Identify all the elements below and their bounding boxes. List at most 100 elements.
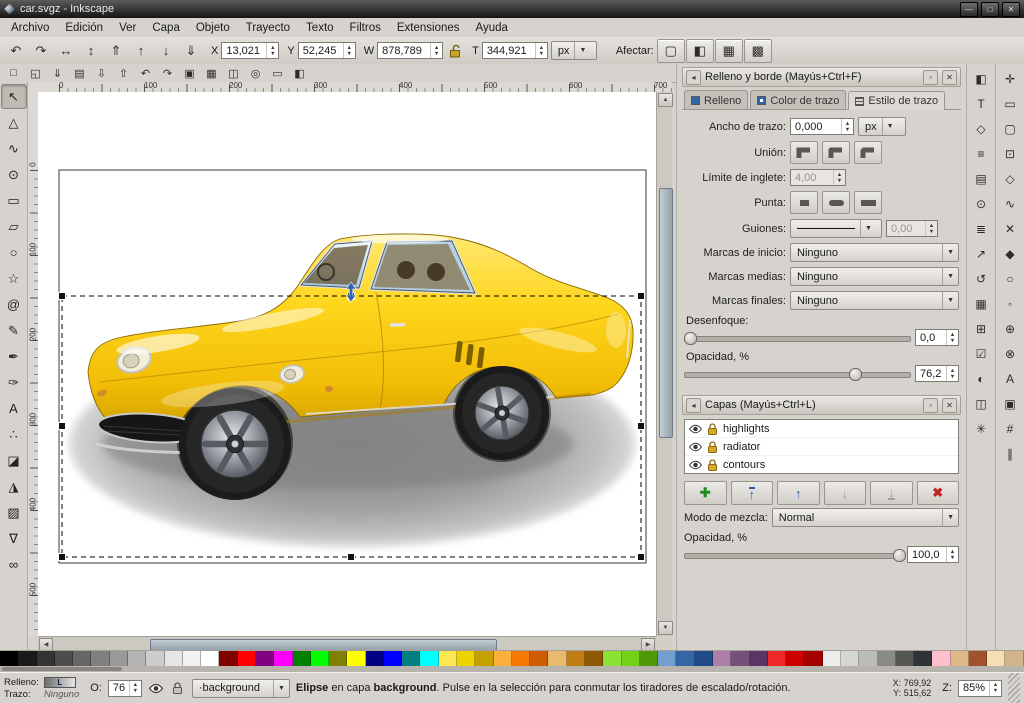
- layers-dialog-header[interactable]: ◂ Capas (Mayús+Ctrl+L) ▫ ✕: [682, 395, 961, 415]
- palette-swatch-34[interactable]: [622, 651, 640, 666]
- tool-rectangle[interactable]: ▭: [1, 188, 27, 213]
- palette-swatch-5[interactable]: [91, 651, 109, 666]
- palette-swatch-36[interactable]: [658, 651, 676, 666]
- blur-slider-thumb[interactable]: [684, 332, 697, 345]
- menu-ver[interactable]: Ver: [111, 18, 144, 37]
- layer-row[interactable]: radiator: [685, 438, 958, 456]
- fill-stroke-dialog-header[interactable]: ◂ Relleno y borde (Mayús+Ctrl+F) ▫ ✕: [682, 67, 961, 87]
- snap-page-border-toggle[interactable]: ▣: [998, 392, 1023, 415]
- markers-mid-select[interactable]: Ninguno▼: [790, 267, 959, 286]
- palette-swatch-35[interactable]: [640, 651, 658, 666]
- vertical-scroll-thumb[interactable]: [659, 188, 673, 438]
- snap-nodes-toggle[interactable]: ◇: [998, 167, 1023, 190]
- palette-swatch-12[interactable]: [219, 651, 237, 666]
- object-properties-icon[interactable]: ☑: [969, 342, 994, 365]
- export-button[interactable]: ⇧: [113, 65, 134, 81]
- duplicate-button[interactable]: ◫: [223, 65, 244, 81]
- stroke-width-input[interactable]: 0,000▲▼: [790, 118, 854, 135]
- palette-swatch-25[interactable]: [457, 651, 475, 666]
- lower-to-bottom-button[interactable]: ⇓: [179, 40, 203, 62]
- tool-gradient[interactable]: ▨: [1, 500, 27, 525]
- eye-icon[interactable]: [689, 424, 702, 434]
- snap-bbox-toggle[interactable]: ▭: [998, 92, 1023, 115]
- palette-swatch-38[interactable]: [695, 651, 713, 666]
- scale-corners-toggle[interactable]: ◧: [686, 39, 714, 63]
- x-input[interactable]: 13,021▲▼: [221, 42, 279, 59]
- dialog-collapse-button[interactable]: ◂: [686, 70, 701, 85]
- raise-layer-to-top-button[interactable]: ↑: [731, 481, 774, 505]
- lock-icon[interactable]: [707, 459, 718, 471]
- palette-swatch-33[interactable]: [603, 651, 621, 666]
- raise-button[interactable]: ↑: [129, 40, 153, 62]
- tool-spiral[interactable]: @: [1, 292, 27, 317]
- align-dialog-icon[interactable]: ≡: [969, 142, 994, 165]
- snap-enable-toggle[interactable]: ✛: [998, 67, 1023, 90]
- palette-swatch-8[interactable]: [146, 651, 164, 666]
- current-layer-select[interactable]: ·background▼: [192, 679, 290, 698]
- join-round-button[interactable]: [822, 141, 850, 164]
- palette-swatch-52[interactable]: [951, 651, 969, 666]
- snap-paths-toggle[interactable]: ∿: [998, 192, 1023, 215]
- tab-stroke-style[interactable]: Estilo de trazo: [848, 91, 945, 110]
- palette-swatch-26[interactable]: [475, 651, 493, 666]
- layer-row[interactable]: contours: [685, 456, 958, 474]
- palette-swatch-2[interactable]: [37, 651, 55, 666]
- dialog-close-button[interactable]: ✕: [942, 70, 957, 85]
- layers-list[interactable]: highlights radiator contours: [684, 419, 959, 474]
- palette-swatch-4[interactable]: [73, 651, 91, 666]
- palette-swatch-44[interactable]: [804, 651, 822, 666]
- menu-trayecto[interactable]: Trayecto: [238, 18, 298, 37]
- object-opacity-input[interactable]: 76▲▼: [108, 680, 142, 697]
- lower-layer-to-bottom-button[interactable]: ↓: [870, 481, 913, 505]
- palette-scroll-thumb[interactable]: [2, 667, 122, 671]
- layer-visibility-toggle[interactable]: [148, 680, 164, 696]
- palette-swatch-17[interactable]: [311, 651, 329, 666]
- palette-swatch-41[interactable]: [750, 651, 768, 666]
- palette-swatch-22[interactable]: [402, 651, 420, 666]
- menu-archivo[interactable]: Archivo: [3, 18, 57, 37]
- raise-to-top-button[interactable]: ⇑: [104, 40, 128, 62]
- tool-eraser[interactable]: ◪: [1, 448, 27, 473]
- snap-object-centers-toggle[interactable]: ⊕: [998, 317, 1023, 340]
- scale-stroke-toggle[interactable]: ▢: [657, 39, 685, 63]
- tool-text[interactable]: A: [1, 396, 27, 421]
- miter-limit-input[interactable]: 4,00▲▼: [790, 169, 846, 186]
- palette-swatch-1[interactable]: [18, 651, 36, 666]
- xml-editor-icon[interactable]: ◇: [969, 117, 994, 140]
- menu-filtros[interactable]: Filtros: [342, 18, 389, 37]
- blur-slider[interactable]: [684, 330, 911, 345]
- tool-zoom[interactable]: ⊙: [1, 162, 27, 187]
- snap-smooth-nodes-toggle[interactable]: ○: [998, 267, 1023, 290]
- tool-dropper[interactable]: ∇: [1, 526, 27, 551]
- copy-button[interactable]: ▣: [179, 65, 200, 81]
- menu-objeto[interactable]: Objeto: [188, 18, 238, 37]
- flip-vertical-button[interactable]: ↕: [79, 40, 103, 62]
- snap-rotation-centers-toggle[interactable]: ⊗: [998, 342, 1023, 365]
- lower-button[interactable]: ↓: [154, 40, 178, 62]
- markers-start-select[interactable]: Ninguno▼: [790, 243, 959, 262]
- layer-lock-toggle[interactable]: [170, 680, 186, 696]
- cap-square-button[interactable]: [854, 191, 882, 214]
- join-miter-button[interactable]: [790, 141, 818, 164]
- tool-paint-bucket[interactable]: ◮: [1, 474, 27, 499]
- palette-swatch-39[interactable]: [713, 651, 731, 666]
- stroke-width-unit-select[interactable]: px▼: [858, 117, 906, 136]
- palette-swatch-29[interactable]: [530, 651, 548, 666]
- lower-layer-button[interactable]: ↓: [824, 481, 867, 505]
- opacity-slider-thumb[interactable]: [849, 368, 862, 381]
- snap-text-baseline-toggle[interactable]: A: [998, 367, 1023, 390]
- blur-input[interactable]: 0,0▲▼: [915, 329, 959, 346]
- menu-capa[interactable]: Capa: [144, 18, 188, 37]
- layer-opacity-slider-thumb[interactable]: [893, 549, 906, 562]
- move-gradients-toggle[interactable]: ▦: [715, 39, 743, 63]
- lock-ratio-toggle[interactable]: [446, 42, 464, 60]
- tool-pen[interactable]: ✒: [1, 344, 27, 369]
- snap-bbox-corners-toggle[interactable]: ⊡: [998, 142, 1023, 165]
- palette-swatch-32[interactable]: [585, 651, 603, 666]
- text-dialog-icon[interactable]: T: [969, 92, 994, 115]
- menu-texto[interactable]: Texto: [298, 18, 342, 37]
- new-document-button[interactable]: □: [3, 65, 24, 81]
- menu-edición[interactable]: Edición: [57, 18, 111, 37]
- lock-icon[interactable]: [707, 441, 718, 453]
- palette-swatch-19[interactable]: [347, 651, 365, 666]
